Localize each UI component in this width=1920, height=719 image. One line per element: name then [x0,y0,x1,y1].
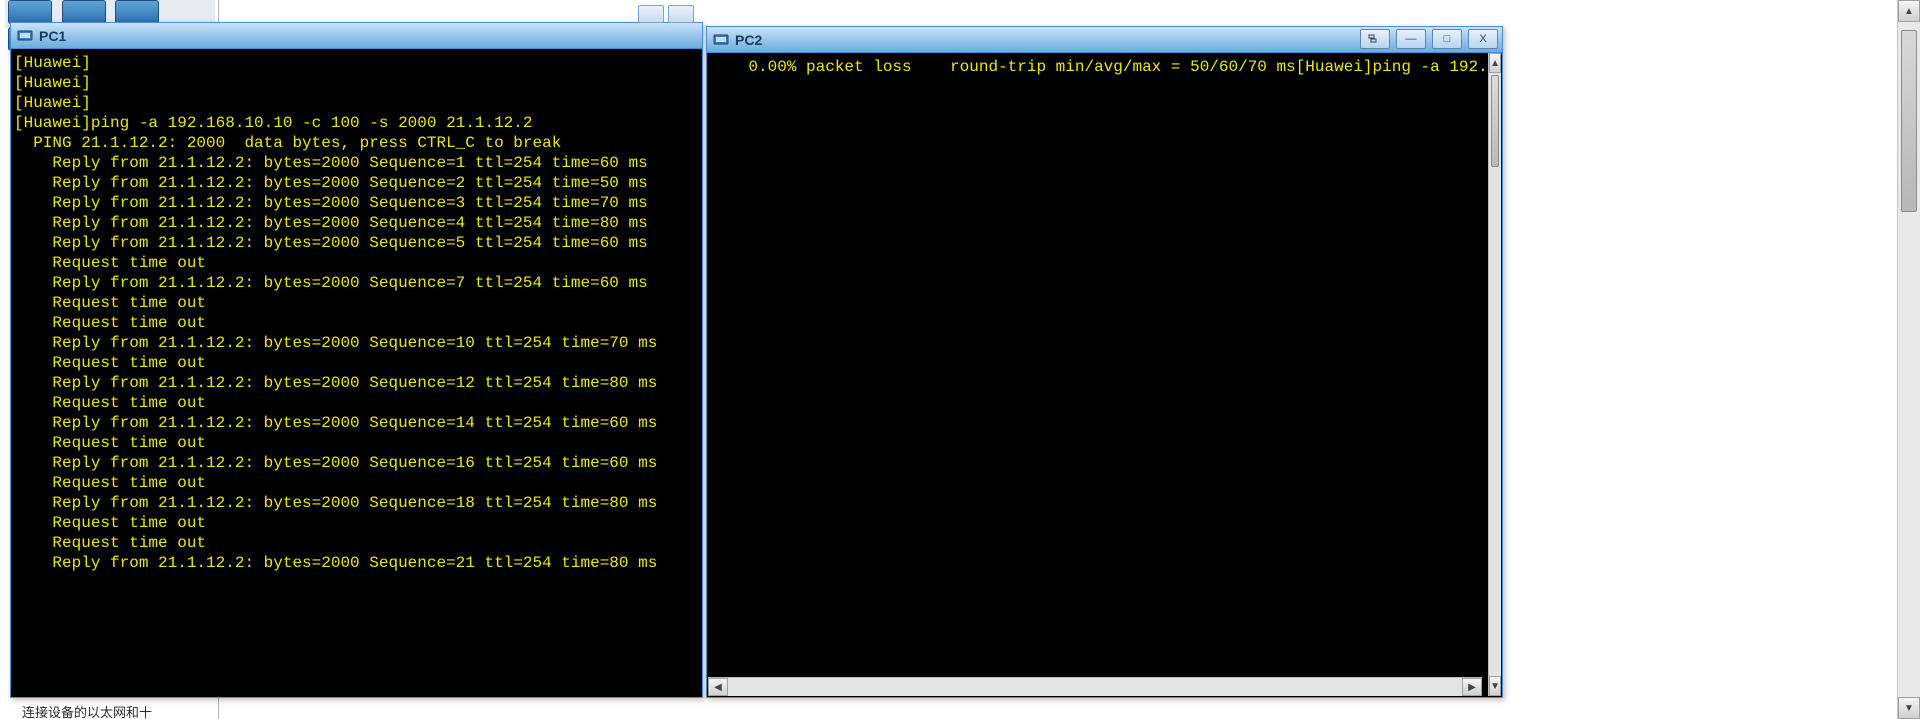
terminal-pc1[interactable]: [Huawei][Huawei][Huawei][Huawei]ping -a … [12,49,701,696]
window-title: PC1 [39,28,66,44]
terminal-line: [Huawei] [14,53,699,73]
terminal-line: round-trip min/avg/max = 50/60/70 ms [912,58,1296,76]
terminal-line: Reply from 21.1.12.2: bytes=2000 Sequenc… [14,273,699,293]
titlebar-pc2[interactable]: PC2 — □ X [707,27,1502,53]
terminal-line: [Huawei]ping -a 192.168.10.10 -c 100 -s … [14,113,699,133]
window-pc2[interactable]: PC2 — □ X 0.00% packet loss round-trip m… [706,26,1503,698]
horizontal-scrollbar[interactable]: ◀ ▶ [708,677,1482,696]
terminal-line: Reply from 21.1.12.2: bytes=2000 Sequenc… [14,233,699,253]
titlebar-pc1[interactable]: PC1 [11,23,702,49]
hscroll-track[interactable] [728,678,1462,696]
scroll-right-button[interactable]: ▶ [1462,678,1482,696]
scroll-thumb[interactable] [1901,30,1917,212]
terminal-line: Reply from 21.1.12.2: bytes=2000 Sequenc… [14,173,699,193]
scroll-left-button[interactable]: ◀ [708,678,728,696]
terminal-line: Request time out [14,513,699,533]
terminal-line: Request time out [14,253,699,273]
terminal-line: Request time out [14,313,699,333]
terminal-line: [Huawei] [14,93,699,113]
terminal-line: [Huawei] [14,73,699,93]
device-icon[interactable] [62,0,106,24]
option-button[interactable] [1360,29,1390,49]
terminal-line: Reply from 21.1.12.2: bytes=2000 Sequenc… [14,493,699,513]
terminal-line: Request time out [14,293,699,313]
terminal-line: Reply from 21.1.12.2: bytes=2000 Sequenc… [14,453,699,473]
maximize-button[interactable]: □ [1432,29,1462,49]
scroll-down-button[interactable]: ▼ [1489,676,1501,696]
terminal-line: Request time out [14,433,699,453]
app-icon [713,32,729,48]
terminal-line: Reply from 21.1.12.2: bytes=2000 Sequenc… [14,413,699,433]
close-button[interactable]: X [1468,29,1498,49]
terminal-line: [Huawei]ping -a 192.168.10.20 -c 100 -s … [1296,58,1488,76]
terminal-line: 0.00% packet loss [710,58,912,76]
window-pc1[interactable]: PC1 [Huawei][Huawei][Huawei][Huawei]ping… [10,22,703,698]
terminal-line: Request time out [14,533,699,553]
tray-button[interactable] [668,5,694,23]
terminal-line: Request time out [14,393,699,413]
terminal-line: Reply from 21.1.12.2: bytes=2000 Sequenc… [14,373,699,393]
scroll-track[interactable] [1489,71,1501,678]
terminal-line: Reply from 21.1.12.2: bytes=2000 Sequenc… [14,193,699,213]
minimize-button[interactable]: — [1396,29,1426,49]
scroll-up-button[interactable]: ▲ [1489,53,1501,73]
scroll-thumb[interactable] [1491,75,1499,167]
scroll-down-button[interactable]: ▼ [1898,697,1920,719]
window-title: PC2 [735,32,762,48]
device-icon[interactable] [115,0,159,24]
device-icon[interactable] [8,0,52,24]
scroll-up-button[interactable]: ▲ [1898,0,1920,22]
left-panel-caption: 连接设备的以太网和十 [22,702,152,719]
window-controls: — □ X [1360,29,1498,49]
terminal-line: Reply from 21.1.12.2: bytes=2000 Sequenc… [14,553,699,573]
app-icon [17,28,33,44]
terminal-line: Reply from 21.1.12.2: bytes=2000 Sequenc… [14,213,699,233]
vertical-scrollbar[interactable]: ▲ ▼ [1488,53,1501,696]
terminal-line: PING 21.1.12.2: 2000 data bytes, press C… [14,133,699,153]
tray-button[interactable] [638,5,664,23]
terminal-pc2[interactable]: 0.00% packet loss round-trip min/avg/max… [708,53,1488,696]
tray-buttons [638,5,694,23]
page-vertical-scrollbar[interactable]: ▲ ▼ [1897,0,1920,719]
terminal-line: Reply from 21.1.12.2: bytes=2000 Sequenc… [14,333,699,353]
terminal-line: Reply from 21.1.12.2: bytes=2000 Sequenc… [14,153,699,173]
terminal-wrap-pc2: 0.00% packet loss round-trip min/avg/max… [708,53,1501,696]
terminal-line: Request time out [14,473,699,493]
terminal-line: Request time out [14,353,699,373]
